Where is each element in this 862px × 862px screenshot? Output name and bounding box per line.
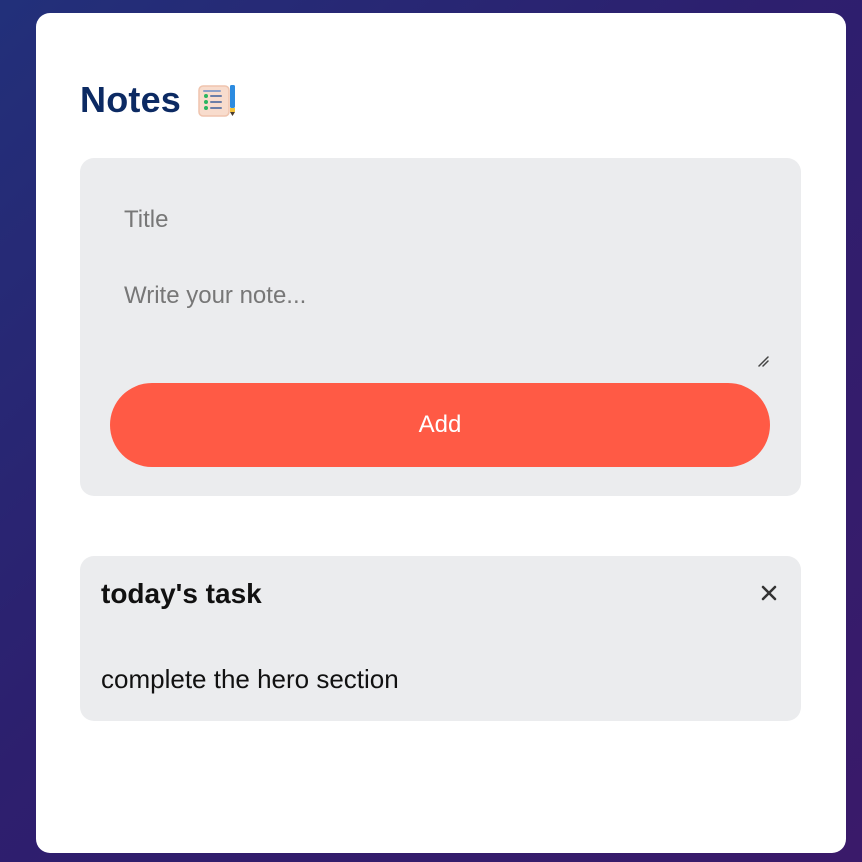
note-card: today's task complete the hero section: [80, 556, 801, 721]
note-body: complete the hero section: [101, 664, 399, 694]
close-icon[interactable]: [756, 580, 782, 606]
notes-app-card: Notes Title Write your note... Add today…: [36, 13, 846, 853]
add-button[interactable]: Add: [110, 383, 770, 467]
notepad-icon: [197, 82, 239, 118]
resize-handle-icon[interactable]: [755, 353, 769, 367]
header: Notes: [80, 79, 239, 121]
title-input[interactable]: [124, 198, 744, 242]
note-title: today's task: [101, 578, 262, 609]
note-form: Add: [80, 158, 801, 496]
page-title: Notes: [80, 79, 182, 120]
note-textarea[interactable]: [124, 282, 772, 368]
